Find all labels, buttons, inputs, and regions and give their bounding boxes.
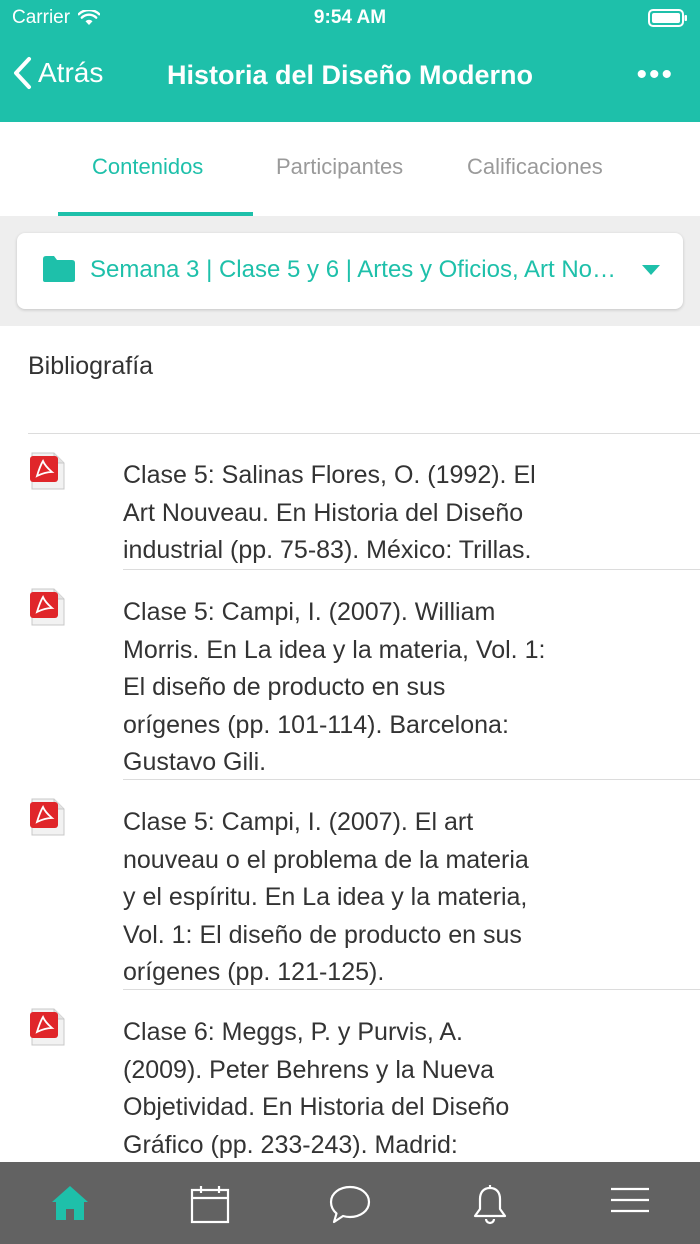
tabbar-calendar[interactable] [140,1162,280,1244]
document-title-line: industrial (pp. 75-83). México: Trillas. [123,536,532,564]
pdf-icon [30,1008,65,1046]
selector-label: Semana 3 | Clase 5 y 6 | Artes y Oficios… [90,256,620,283]
document-title-line: Vol. 1: El diseño de producto en sus [123,920,522,949]
document-title-line: Clase 5: Campi, I. (2007). El art [123,808,474,836]
document-title-line: orígenes (pp. 121-125). [123,958,385,986]
pdf-icon [30,588,65,626]
chevron-down-icon [642,265,660,275]
calendar-icon [190,1186,230,1224]
document-title-line: Gráfico (pp. 233-243). Madrid: [123,1130,458,1159]
bell-icon [473,1185,507,1225]
more-options-button[interactable]: ••• [636,58,674,92]
divider [123,989,700,990]
status-time: 9:54 AM [313,7,387,28]
document-title-line: Clase 6: Meggs, P. y Purvis, A. [123,1018,463,1046]
tab-calificaciones[interactable]: Calificaciones [467,154,603,180]
selector-area: Semana 3 | Clase 5 y 6 | Artes y Oficios… [0,216,700,326]
week-selector-dropdown[interactable]: Semana 3 | Clase 5 y 6 | Artes y Oficios… [17,233,683,309]
divider [123,569,700,570]
tabbar-messages[interactable] [280,1162,420,1244]
document-title: Clase 5: Salinas Flores, O. (1992). El A… [123,457,603,570]
status-bar: Carrier 9:54 AM [0,0,700,36]
document-title-line: El diseño de producto en sus [123,673,446,701]
bottom-tab-bar [0,1162,700,1244]
nav-bar: Atrás Historia del Diseño Moderno ••• [0,44,700,114]
folder-icon [43,256,75,282]
document-title: Clase 5: Campi, I. (2007). El art nouvea… [123,804,603,992]
header: Carrier 9:54 AM Atrás Historia del Diseñ… [0,0,700,122]
chat-icon [329,1185,371,1224]
document-title-line: (2009). Peter Behrens y la Nueva [123,1055,495,1084]
document-title-line: Art Nouveau. En Historia del Diseño [123,498,524,527]
document-title-line: Morris. En La idea y la materia, Vol. 1: [123,635,546,664]
page-title: Historia del Diseño Moderno [166,60,534,90]
pdf-icon [30,798,65,836]
document-title: Clase 6: Meggs, P. y Purvis, A. (2009). … [123,1014,603,1164]
divider [123,779,700,780]
document-title-line: Clase 5: Salinas Flores, O. (1992). El [123,461,536,489]
tabbar-menu[interactable] [560,1162,700,1244]
document-title-line: Objetividad. En Historia del Diseño [123,1093,510,1121]
tab-contenidos[interactable]: Contenidos [92,154,203,180]
document-title-line: nouveau o el problema de la materia [123,845,529,874]
segment-tabs: Contenidos Participantes Calificaciones [0,122,700,216]
document-title-line: orígenes (pp. 101-114). Barcelona: [123,710,509,739]
document-title-line: y el espíritu. En La idea y la materia, [123,883,528,911]
battery-icon [648,9,687,27]
divider [28,433,700,434]
document-title-line: Clase 5: Campi, I. (2007). William [123,598,496,626]
document-title: Clase 5: Campi, I. (2007). William Morri… [123,594,603,782]
tabbar-notifications[interactable] [420,1162,560,1244]
tab-participantes[interactable]: Participantes [276,154,403,180]
home-icon [52,1186,88,1220]
menu-icon [611,1187,649,1213]
app-screen: Carrier 9:54 AM Atrás Historia del Diseñ… [0,0,700,1244]
pdf-icon [30,452,65,490]
section-title: Bibliografía [28,352,154,380]
tabbar-home[interactable] [0,1162,140,1244]
document-title-line: Gustavo Gili. [123,748,267,776]
